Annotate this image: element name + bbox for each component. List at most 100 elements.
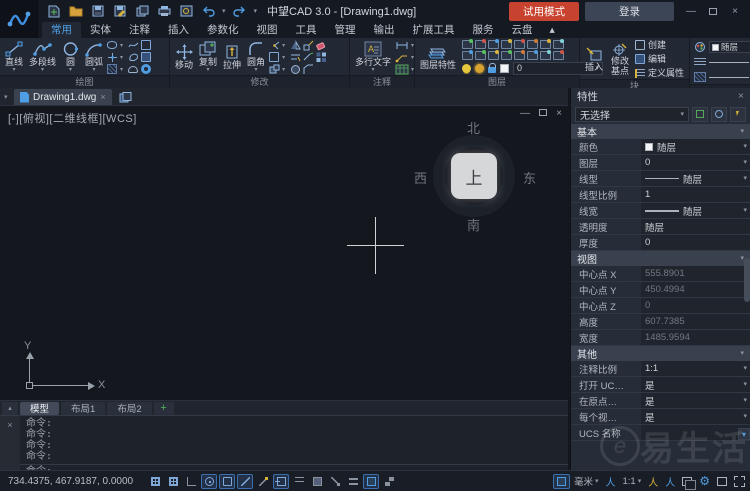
linetype-list-icon[interactable] <box>694 72 706 82</box>
layer-state-icon[interactable] <box>553 40 564 49</box>
dynamic-input-icon[interactable] <box>345 474 361 489</box>
layer-state-icon[interactable] <box>514 51 525 60</box>
layer-state-icon[interactable] <box>475 40 486 49</box>
add-layout-button[interactable]: + <box>154 402 174 415</box>
layer-state-icon[interactable] <box>501 51 512 60</box>
settings-gear-icon[interactable]: ⚙ <box>696 474 713 489</box>
layer-state-icon[interactable] <box>501 40 512 49</box>
isolate-objects-icon[interactable] <box>679 474 695 489</box>
object-snap-tracking-icon[interactable] <box>237 474 253 489</box>
move-button[interactable]: 移动 <box>173 44 195 70</box>
compass-top-face[interactable]: 上 <box>451 153 497 199</box>
polyline-button[interactable]: 多段线 ▾ <box>27 41 58 73</box>
line-dropdown-icon[interactable]: ▾ <box>13 67 16 73</box>
wipeout-icon[interactable] <box>141 52 151 62</box>
copy-button[interactable]: 复制 ▾ <box>197 41 219 73</box>
annotation-scale-dropdown[interactable]: 1:1▾ <box>620 474 645 489</box>
ortho-mode-icon[interactable] <box>183 474 199 489</box>
circle-button[interactable]: 圆 ▾ <box>60 41 81 73</box>
scale-icon[interactable] <box>303 40 313 50</box>
explode-icon[interactable] <box>269 64 279 74</box>
panel-scroll-down-icon[interactable]: ▾ <box>738 428 750 440</box>
tab-service[interactable]: 服务 <box>464 22 503 38</box>
compass-west[interactable]: 西 <box>414 168 427 187</box>
line-button[interactable]: 直线 ▾ <box>3 41 25 73</box>
spline-icon[interactable] <box>128 40 138 50</box>
color-value[interactable]: 随层▾ <box>641 139 750 154</box>
linetype-dropdown[interactable] <box>709 77 749 78</box>
tab-cloud[interactable]: 云盘 <box>503 22 542 38</box>
snap-reference-icon[interactable] <box>273 474 289 489</box>
layer-state-icon[interactable] <box>553 51 564 60</box>
stretch-button[interactable]: 拉伸 <box>221 44 243 70</box>
extend-icon[interactable] <box>303 52 313 62</box>
app-logo-icon[interactable] <box>0 0 38 38</box>
layer-state-icon[interactable] <box>462 51 473 60</box>
thickness-value[interactable]: 0 <box>641 235 750 250</box>
layer-state-icon[interactable] <box>462 40 473 49</box>
doc-tab-list-icon[interactable]: ▾ <box>4 94 8 101</box>
ribbon-collapse-icon[interactable]: ▴ <box>546 22 559 38</box>
undo-icon[interactable] <box>200 4 216 18</box>
save-icon[interactable] <box>90 4 106 18</box>
lineweight-display-icon[interactable] <box>291 474 307 489</box>
open-folder-icon[interactable] <box>68 4 84 18</box>
offset-dropdown-icon[interactable]: ▾ <box>282 54 288 61</box>
tab-ext-tools[interactable]: 扩展工具 <box>404 22 464 38</box>
block-create-button[interactable]: 创建 <box>635 39 684 51</box>
doc-minimize-icon[interactable]: — <box>520 108 530 119</box>
trim-icon[interactable] <box>290 52 300 62</box>
attr-define-button[interactable]: 定义属性 <box>635 67 684 79</box>
annotation-visibility-icon[interactable]: 人 <box>603 474 619 489</box>
maximize-button[interactable] <box>706 4 720 18</box>
transparency-value[interactable]: 随层 <box>641 219 750 234</box>
region-icon[interactable] <box>128 52 138 62</box>
tab-solid[interactable]: 实体 <box>81 22 120 38</box>
polar-tracking-icon[interactable] <box>201 474 217 489</box>
rotate-icon[interactable] <box>269 40 279 50</box>
join-icon[interactable] <box>290 64 300 74</box>
copy-dropdown-icon[interactable]: ▾ <box>207 67 210 73</box>
lineweight-dropdown[interactable] <box>709 62 749 63</box>
offset-icon[interactable] <box>269 52 279 62</box>
ucs-origin-value[interactable]: 是▾ <box>641 393 750 408</box>
point-icon[interactable] <box>107 52 117 62</box>
linetype-value[interactable]: 随层▾ <box>641 171 750 186</box>
ucs-open-value[interactable]: 是▾ <box>641 377 750 392</box>
grid-display-icon[interactable] <box>147 474 163 489</box>
save-as-icon[interactable] <box>112 4 128 18</box>
selection-dropdown[interactable]: 无选择 ▾ <box>575 107 689 122</box>
rectangle-icon[interactable] <box>141 40 151 50</box>
erase-icon[interactable] <box>316 40 326 50</box>
print-icon[interactable] <box>156 4 172 18</box>
layer-state-icon[interactable] <box>540 40 551 49</box>
mtext-dropdown-icon[interactable]: ▾ <box>372 67 375 73</box>
block-edit-button[interactable]: 编辑 <box>635 53 684 65</box>
explode-dropdown-icon[interactable]: ▾ <box>282 66 288 73</box>
tab-tools[interactable]: 工具 <box>287 22 326 38</box>
polyline-dropdown-icon[interactable]: ▾ <box>41 67 44 73</box>
group-label-draw[interactable]: 绘图 <box>0 75 169 88</box>
view-cube[interactable]: 北 南 西 东 上 <box>420 122 528 230</box>
drawing-canvas[interactable]: [-][俯视][二维线框][WCS] — × 北 南 西 东 上 Y X <box>0 106 568 400</box>
section-other[interactable]: 其他▾ <box>571 346 750 361</box>
fullscreen-icon[interactable] <box>731 474 748 489</box>
tab-insert[interactable]: 插入 <box>159 22 198 38</box>
ellipse-icon[interactable] <box>107 41 117 49</box>
command-main[interactable]: 命令: 命令: 命令: 命令: 命令: <box>20 416 568 470</box>
tab-model[interactable]: 模型 <box>20 402 59 415</box>
auto-annotation-scale-icon[interactable]: 人 <box>645 474 661 489</box>
new-file-icon[interactable] <box>46 4 62 18</box>
hatch-icon[interactable] <box>107 64 117 74</box>
layer-on-icon[interactable] <box>462 64 471 73</box>
tab-home[interactable]: 常用 <box>42 22 81 38</box>
command-close-icon[interactable]: × <box>7 420 12 470</box>
group-label-layer[interactable]: 图层 <box>415 75 579 88</box>
dynamic-ucs-icon[interactable] <box>255 474 271 489</box>
section-basic[interactable]: 基本▾ <box>571 124 750 139</box>
tab-parametric[interactable]: 参数化 <box>198 22 248 38</box>
doc-close-icon[interactable]: × <box>556 108 562 119</box>
minimize-button[interactable]: — <box>684 4 698 18</box>
layer-state-icon[interactable] <box>488 40 499 49</box>
ucs-name-value[interactable] <box>641 425 750 440</box>
